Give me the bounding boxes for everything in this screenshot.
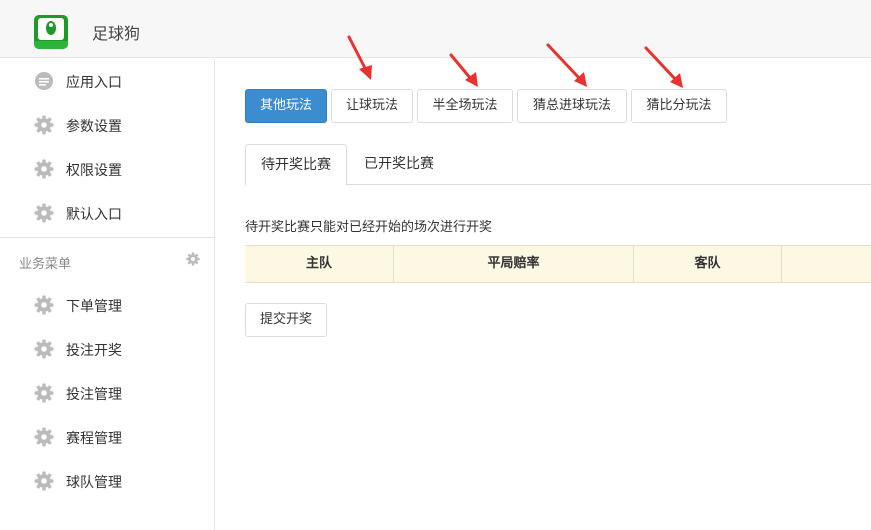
sidebar-item-label: 投注开奖 — [66, 343, 122, 359]
play-type-total-goals-button[interactable]: 猜总进球玩法 — [517, 89, 627, 123]
gear-icon — [34, 159, 54, 179]
sidebar-item-label: 应用入口 — [66, 75, 122, 91]
column-away-team: 客队 — [633, 246, 781, 282]
sidebar: 应用入口 参数设置 权限设置 默认入口 业务菜单 下单管理 投注开奖 投注管理 … — [0, 59, 215, 530]
section-header-business-menu: 业务菜单 — [0, 237, 214, 281]
matches-table-header: 主队 平局赔率 客队 — [245, 245, 871, 283]
sidebar-item-label: 下单管理 — [66, 299, 122, 315]
play-type-half-full-button[interactable]: 半全场玩法 — [417, 89, 513, 123]
gear-icon[interactable] — [186, 252, 200, 266]
play-type-other-button[interactable]: 其他玩法 — [245, 89, 327, 123]
gear-icon — [34, 427, 54, 447]
column-home-team: 主队 — [305, 256, 332, 271]
sidebar-item-app-entry[interactable]: 应用入口 — [0, 59, 214, 103]
gear-icon — [34, 115, 54, 135]
gear-icon — [34, 471, 54, 491]
chat-bubble-icon — [35, 72, 53, 90]
sidebar-item-teams[interactable]: 球队管理 — [0, 459, 214, 503]
column-draw-odds: 平局赔率 — [393, 246, 633, 282]
sidebar-item-bets[interactable]: 投注管理 — [0, 371, 214, 415]
tab-drawn-matches[interactable]: 已开奖比赛 — [349, 144, 449, 185]
sidebar-item-permissions[interactable]: 权限设置 — [0, 147, 214, 191]
gear-icon — [34, 203, 54, 223]
top-header: 足球狗 — [0, 0, 871, 58]
gear-icon — [34, 383, 54, 403]
sidebar-item-label: 权限设置 — [66, 163, 122, 179]
play-type-score-button[interactable]: 猜比分玩法 — [631, 89, 727, 123]
app-logo-icon[interactable] — [34, 15, 68, 49]
sidebar-item-label: 默认入口 — [66, 207, 122, 223]
sidebar-item-label: 参数设置 — [66, 119, 122, 135]
pending-hint-text: 待开奖比赛只能对已经开始的场次进行开奖 — [245, 220, 493, 235]
sidebar-item-bet-draw[interactable]: 投注开奖 — [0, 327, 214, 371]
section-title: 业务菜单 — [19, 257, 72, 272]
sidebar-item-default-entry[interactable]: 默认入口 — [0, 191, 214, 235]
tab-pending-matches[interactable]: 待开奖比赛 — [245, 144, 347, 186]
app-title: 足球狗 — [92, 24, 141, 43]
sidebar-item-params[interactable]: 参数设置 — [0, 103, 214, 147]
column-extra — [781, 246, 871, 282]
gear-icon — [34, 295, 54, 315]
sidebar-item-schedule[interactable]: 赛程管理 — [0, 415, 214, 459]
sidebar-item-orders[interactable]: 下单管理 — [0, 283, 214, 327]
sidebar-item-label: 球队管理 — [66, 475, 122, 491]
submit-draw-button[interactable]: 提交开奖 — [245, 303, 327, 337]
gear-icon — [34, 339, 54, 359]
match-tabs: 待开奖比赛 已开奖比赛 — [245, 144, 871, 186]
main-content: 其他玩法 让球玩法 半全场玩法 猜总进球玩法 猜比分玩法 待开奖比赛 已开奖比赛… — [215, 59, 871, 530]
sidebar-item-label: 投注管理 — [66, 387, 122, 403]
play-type-handicap-button[interactable]: 让球玩法 — [331, 89, 413, 123]
sidebar-item-label: 赛程管理 — [66, 431, 122, 447]
